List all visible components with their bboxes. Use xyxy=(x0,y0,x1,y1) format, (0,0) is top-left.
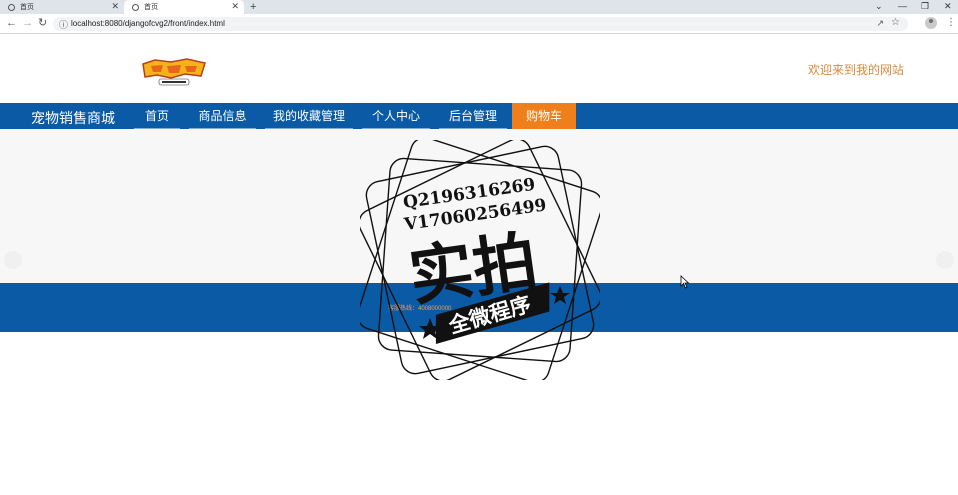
nav-home[interactable]: 首页 xyxy=(130,103,184,129)
tab-title: 首页 xyxy=(144,4,158,11)
watermark-stamp: Q2196316269 V17060256499 实拍 全微程序 xyxy=(360,140,600,380)
restore-button[interactable]: ❐ xyxy=(921,0,929,12)
kebab-menu-icon[interactable]: ⋮ xyxy=(946,17,956,29)
share-icon[interactable]: ↗ xyxy=(876,18,884,29)
main-nav: 宠物销售商城 首页 商品信息 我的收藏管理 个人中心 后台管理 购物车 xyxy=(0,103,958,129)
mouse-cursor-icon xyxy=(680,275,690,289)
close-window-button[interactable]: ✕ xyxy=(944,0,952,12)
carousel-prev-button[interactable] xyxy=(4,251,22,269)
nav-label: 购物车 xyxy=(525,109,562,123)
site-info-icon[interactable]: ⓘ xyxy=(59,18,68,31)
nav-label: 首页 xyxy=(144,109,169,123)
url-text: localhost:8080/djangofcvg2/front/index.h… xyxy=(71,19,225,28)
site-brand[interactable]: 宠物销售商城 xyxy=(31,108,115,128)
back-arrow-icon[interactable]: ← xyxy=(6,17,17,29)
browser-tab-active[interactable]: 首页 ✕ xyxy=(124,0,244,14)
forward-arrow-icon[interactable]: → xyxy=(22,17,33,29)
nav-label: 我的收藏管理 xyxy=(272,109,345,123)
carousel-next-button[interactable] xyxy=(936,251,954,269)
nav-admin[interactable]: 后台管理 xyxy=(435,103,511,129)
nav-favorites[interactable]: 我的收藏管理 xyxy=(261,103,357,129)
address-bar[interactable]: ⓘ localhost:8080/djangofcvg2/front/index… xyxy=(53,17,908,31)
new-tab-button[interactable]: + xyxy=(250,0,256,14)
star-icon xyxy=(550,286,570,304)
digimon-adventure-logo[interactable] xyxy=(141,56,207,86)
close-tab-icon[interactable]: ✕ xyxy=(111,1,119,12)
nav-label: 后台管理 xyxy=(448,109,497,123)
minimize-button[interactable]: — xyxy=(898,0,907,12)
nav-products[interactable]: 商品信息 xyxy=(185,103,260,129)
profile-avatar-icon[interactable] xyxy=(925,17,937,29)
browser-tab[interactable]: 首页 ✕ xyxy=(0,0,124,14)
browser-tab-bar: 首页 ✕ 首页 ✕ + ⌄ — ❐ ✕ xyxy=(0,0,958,14)
tab-title: 首页 xyxy=(20,4,34,11)
reload-icon[interactable]: ↻ xyxy=(38,17,47,29)
browser-toolbar: ← → ↻ ⓘ localhost:8080/djangofcvg2/front… xyxy=(0,14,958,34)
nav-label: 商品信息 xyxy=(198,109,247,123)
nav-profile[interactable]: 个人中心 xyxy=(358,103,434,129)
close-tab-icon[interactable]: ✕ xyxy=(231,1,239,12)
bookmark-star-icon[interactable]: ☆ xyxy=(891,17,900,28)
globe-icon xyxy=(132,3,139,11)
welcome-text: 欢迎来到我的网站 xyxy=(807,63,904,77)
nav-cart[interactable]: 购物车 xyxy=(512,103,576,129)
nav-label: 个人中心 xyxy=(371,109,420,123)
tab-list-icon[interactable]: ⌄ xyxy=(875,0,883,12)
globe-icon xyxy=(8,3,15,11)
